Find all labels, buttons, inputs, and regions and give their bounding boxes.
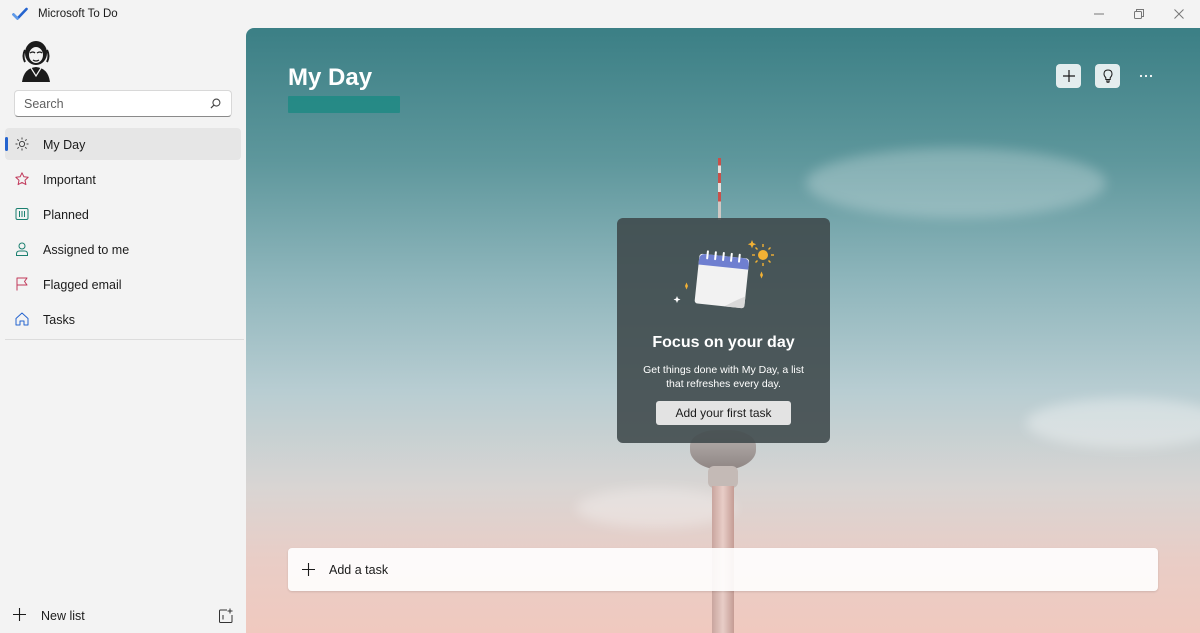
star-icon xyxy=(15,172,29,186)
minimize-icon xyxy=(1094,13,1104,15)
home-icon xyxy=(15,312,29,326)
tower-ring xyxy=(708,466,738,488)
lightbulb-icon xyxy=(1102,69,1113,83)
background-cloud xyxy=(1026,398,1200,448)
flag-icon xyxy=(16,277,28,291)
sidebar-item-label: Assigned to me xyxy=(43,243,130,257)
add-task-label: Add a task xyxy=(329,563,389,577)
new-group-icon[interactable] xyxy=(218,608,234,624)
close-icon xyxy=(1174,9,1184,19)
more-icon xyxy=(1139,74,1152,78)
person-icon xyxy=(16,242,28,256)
sidebar: My Day Important Planned Assigned to me xyxy=(0,28,246,633)
sidebar-item-my-day[interactable]: My Day xyxy=(5,128,241,160)
sidebar-item-planned[interactable]: Planned xyxy=(5,198,241,230)
main-content: My Day Focus on your day Get things done… xyxy=(246,28,1200,633)
title-bar: Microsoft To Do xyxy=(0,0,1200,28)
page-title: My Day xyxy=(288,64,373,91)
sidebar-item-label: My Day xyxy=(43,138,86,152)
avatar[interactable] xyxy=(16,38,56,82)
focus-card: Focus on your day Get things done with M… xyxy=(617,218,830,443)
sidebar-item-assigned-to-me[interactable]: Assigned to me xyxy=(5,233,241,265)
close-button[interactable] xyxy=(1156,0,1200,28)
sidebar-item-label: Tasks xyxy=(43,313,75,327)
search-input[interactable] xyxy=(15,91,195,116)
add-task-input[interactable]: Add a task xyxy=(288,548,1158,591)
focus-card-title: Focus on your day xyxy=(652,334,795,351)
calendar-illustration-icon xyxy=(673,240,774,309)
sidebar-item-label: Planned xyxy=(43,208,89,222)
search-box[interactable] xyxy=(14,90,232,117)
sidebar-nav: My Day Important Planned Assigned to me xyxy=(5,128,241,338)
date-redaction-bar xyxy=(288,96,400,113)
background-cloud xyxy=(806,148,1106,218)
sidebar-item-label: Flagged email xyxy=(43,278,122,292)
sidebar-item-label: Important xyxy=(43,173,96,187)
sidebar-item-flagged-email[interactable]: Flagged email xyxy=(5,268,241,300)
add-button[interactable] xyxy=(1056,64,1081,88)
more-options-button[interactable] xyxy=(1133,64,1158,88)
calendar-grid-icon xyxy=(15,208,29,220)
new-list-button[interactable]: New list xyxy=(10,602,170,628)
plus-icon xyxy=(1062,70,1075,82)
new-list-label: New list xyxy=(41,609,85,623)
todo-app-icon xyxy=(12,7,28,20)
suggestions-button[interactable] xyxy=(1095,64,1120,88)
search-icon[interactable] xyxy=(210,98,221,109)
sidebar-divider xyxy=(5,339,244,340)
restore-icon xyxy=(1134,9,1144,19)
sidebar-item-tasks[interactable]: Tasks xyxy=(5,303,241,335)
focus-card-description: Get things done with My Day, a list that… xyxy=(643,364,804,390)
tower-mast xyxy=(718,158,721,220)
plus-icon xyxy=(302,563,315,576)
add-first-task-button[interactable]: Add your first task xyxy=(656,401,791,425)
plus-icon xyxy=(13,608,26,621)
sun-icon xyxy=(15,137,29,151)
app-title: Microsoft To Do xyxy=(38,8,118,20)
sidebar-item-important[interactable]: Important xyxy=(5,163,241,195)
